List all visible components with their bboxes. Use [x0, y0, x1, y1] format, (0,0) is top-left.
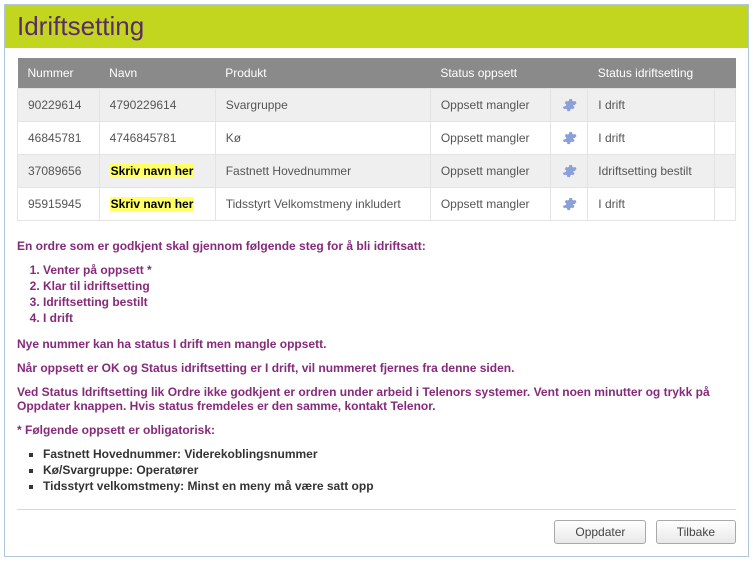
oppdater-button[interactable]: Oppdater	[554, 520, 646, 544]
cell-status-oppsett: Oppsett mangler	[430, 122, 550, 155]
cell-navn: 4746845781	[99, 122, 215, 155]
table-row: 902296144790229614SvargruppeOppsett mang…	[18, 89, 736, 122]
th-status-oppsett: Status oppsett	[430, 58, 550, 89]
cell-status-idriftsetting: Idriftsetting bestilt	[588, 155, 715, 188]
cell-trailing	[715, 89, 736, 122]
cell-status-oppsett: Oppsett mangler	[430, 155, 550, 188]
cell-nummer: 37089656	[18, 155, 100, 188]
info-p2: Når oppsett er OK og Status idriftsettin…	[17, 361, 736, 375]
cell-trailing	[715, 122, 736, 155]
step-item: Venter på oppsett *	[43, 263, 736, 277]
panel: Idriftsetting Nummer Navn Produkt Status…	[4, 4, 749, 557]
gear-icon[interactable]	[561, 97, 577, 113]
cell-gear[interactable]	[551, 155, 588, 188]
cell-produkt: Svargruppe	[215, 89, 430, 122]
cell-status-idriftsetting: I drift	[588, 89, 715, 122]
cell-navn: 4790229614	[99, 89, 215, 122]
cell-trailing	[715, 188, 736, 221]
cell-produkt: Kø	[215, 122, 430, 155]
bullet-item: Tidsstyrt velkomstmeny: Minst en meny må…	[43, 479, 736, 493]
info-bullets: Fastnett Hovednummer: Viderekoblingsnumm…	[17, 447, 736, 493]
bullet-item: Kø/Svargruppe: Operatører	[43, 463, 736, 477]
cell-gear[interactable]	[551, 122, 588, 155]
cell-produkt: Fastnett Hovednummer	[215, 155, 430, 188]
info-intro: En ordre som er godkjent skal gjennom fø…	[17, 239, 736, 253]
button-row: Oppdater Tilbake	[17, 509, 736, 544]
cell-produkt: Tidsstyrt Velkomstmeny inkludert	[215, 188, 430, 221]
gear-icon[interactable]	[561, 163, 577, 179]
cell-gear[interactable]	[551, 89, 588, 122]
bullet-item: Fastnett Hovednummer: Viderekoblingsnumm…	[43, 447, 736, 461]
th-icon	[551, 58, 588, 89]
table-header-row: Nummer Navn Produkt Status oppsett Statu…	[18, 58, 736, 89]
cell-status-oppsett: Oppsett mangler	[430, 89, 550, 122]
th-nummer: Nummer	[18, 58, 100, 89]
cell-gear[interactable]	[551, 188, 588, 221]
cell-status-oppsett: Oppsett mangler	[430, 188, 550, 221]
info-p4: * Følgende oppsett er obligatorisk:	[17, 423, 736, 437]
cell-status-idriftsetting: I drift	[588, 188, 715, 221]
table-row: 468457814746845781KøOppsett mangler I dri…	[18, 122, 736, 155]
info-section: En ordre som er godkjent skal gjennom fø…	[17, 239, 736, 493]
cell-nummer: 46845781	[18, 122, 100, 155]
th-last	[715, 58, 736, 89]
gear-icon[interactable]	[561, 130, 577, 146]
step-item: Idriftsetting bestilt	[43, 295, 736, 309]
tilbake-button[interactable]: Tilbake	[656, 520, 736, 544]
info-p1: Nye nummer kan ha status I drift men man…	[17, 337, 736, 351]
step-item: Klar til idriftsetting	[43, 279, 736, 293]
table-row: 95915945Skriv navn herTidsstyrt Velkomst…	[18, 188, 736, 221]
cell-status-idriftsetting: I drift	[588, 122, 715, 155]
cell-nummer: 90229614	[18, 89, 100, 122]
gear-icon[interactable]	[561, 196, 577, 212]
table-row: 37089656Skriv navn herFastnett Hovednumm…	[18, 155, 736, 188]
cell-navn[interactable]: Skriv navn her	[99, 188, 215, 221]
th-status-idriftsetting: Status idriftsetting	[588, 58, 715, 89]
cell-navn[interactable]: Skriv navn her	[99, 155, 215, 188]
cell-trailing	[715, 155, 736, 188]
cell-nummer: 95915945	[18, 188, 100, 221]
info-steps: Venter på oppsett * Klar til idriftsettin…	[17, 263, 736, 325]
page-title: Idriftsetting	[5, 5, 748, 48]
th-produkt: Produkt	[215, 58, 430, 89]
content: Nummer Navn Produkt Status oppsett Statu…	[5, 48, 748, 556]
info-p3: Ved Status Idriftsetting lik Ordre ikke …	[17, 385, 736, 413]
data-table: Nummer Navn Produkt Status oppsett Statu…	[17, 58, 736, 221]
step-item: I drift	[43, 311, 736, 325]
th-navn: Navn	[99, 58, 215, 89]
